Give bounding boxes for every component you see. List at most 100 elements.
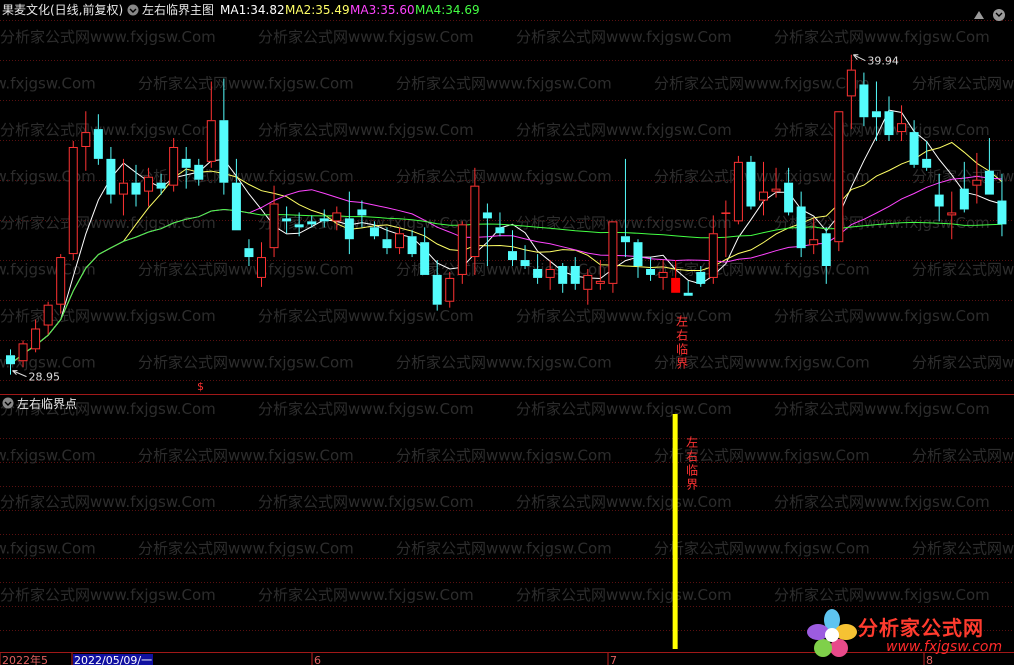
sub-indicator-menu-icon[interactable] [2,397,14,409]
watermark-text: 分析家公式网www.fxjgsw.Com [912,447,1014,465]
candle-body [558,266,568,284]
watermark-text: 分析家公式网www.fxjgsw.Com [774,121,990,139]
candle-body [771,188,781,192]
candle-body [520,260,530,266]
candle-body [106,158,116,195]
candle-body [369,227,379,237]
indicator-menu-icon[interactable] [127,4,139,16]
candle-body [93,129,103,159]
candle[interactable] [457,221,467,284]
candle-body [445,277,455,302]
candle[interactable] [106,146,116,204]
ma4-label: MA4: [415,3,445,17]
sub-signal-label: 左右临界 [685,435,699,492]
watermark-text: 分析家公式网www.fxjgsw.Com [912,261,1014,279]
watermark-text: 分析家公式网www.fxjgsw.Com [138,75,354,93]
candle-body [922,158,932,168]
candle[interactable] [206,81,216,168]
sub-indicator-title: 左右临界点 [17,396,77,411]
ma2-value: 35.49 [315,3,349,17]
watermark-text: 分析家公式网www.fxjgsw.Com [912,168,1014,186]
watermark-text: 分析家公式网www.fxjgsw.Com [258,400,474,418]
watermark-text: 分析家公式网www.fxjgsw.Com [396,540,612,558]
candle[interactable] [620,158,630,258]
watermark-text: 分析家公式网www.fxjgsw.Com [654,261,870,279]
watermark-text: 分析家公式网www.fxjgsw.Com [0,493,216,511]
candle-body [733,161,743,222]
candle[interactable] [558,263,568,293]
candle[interactable] [884,96,894,142]
candle-body [897,123,907,133]
chart-settings-icon[interactable] [993,9,1005,21]
candle[interactable] [683,280,693,296]
signal-bar [672,414,678,649]
candle[interactable] [269,185,279,258]
candle-body [959,188,969,210]
watermark-text: 分析家公式网www.fxjgsw.Com [396,168,612,186]
watermark-text: 分析家公式网www.fxjgsw.Com [258,586,474,604]
stock-title: 果麦文化(日线,前复权) [2,2,123,17]
low-price-label: 28.95 [29,371,61,384]
watermark-text: 分析家公式网www.fxjgsw.Com [138,540,354,558]
candle[interactable] [984,138,994,195]
candle-body [708,233,718,278]
candle-body [947,212,957,216]
candle[interactable] [834,111,844,252]
stock-chart[interactable]: 分析家公式网www.fxjgsw.Com 分析家公式网www.fxjgsw.Com… [0,0,1014,665]
watermark-text: 分析家公式网www.fxjgsw.Com [396,354,612,372]
watermark-text: 分析家公式网www.fxjgsw.Com [0,168,96,186]
candle[interactable] [219,78,229,195]
scroll-up-icon[interactable] [974,11,984,19]
candle-body [269,203,279,249]
candle[interactable] [169,138,179,192]
candle-body [257,257,266,278]
candle-body [307,221,317,225]
candle[interactable] [257,242,266,287]
candle-body [382,239,392,249]
candle-body [156,182,166,189]
candle[interactable] [56,254,66,314]
candle[interactable] [533,254,543,284]
candle[interactable] [846,54,856,130]
candle[interactable] [733,155,743,225]
x-axis-tick-label: 6 [314,654,321,665]
candle-body [407,236,417,255]
candle-body [31,328,41,350]
candle[interactable] [482,203,492,266]
candle-body [759,191,768,201]
candle-body [545,268,555,278]
watermark-text: 分析家公式网www.fxjgsw.Com [516,121,732,139]
watermark-text: 分析家公式网www.fxjgsw.Com [774,28,990,46]
x-axis: 2022年5 2022/05/09/一 6 7 8 [0,653,933,665]
candle-body [683,292,693,296]
candle[interactable] [68,141,78,261]
candle-body [984,170,994,195]
candle[interactable] [796,191,806,258]
candle-body [357,209,367,216]
candle[interactable] [746,155,756,210]
candle[interactable] [43,301,53,335]
ma1-value: 34.82 [250,3,284,17]
candle[interactable] [608,221,618,293]
high-price-marker: 39.94 [852,54,899,68]
candle-body [181,158,191,168]
candle[interactable] [407,230,417,258]
watermark-text: 分析家公式网www.fxjgsw.Com [912,354,1014,372]
watermark-text: 分析家公式网www.fxjgsw.Com [0,307,216,325]
candle[interactable] [633,239,643,278]
watermark-text: 分析家公式网www.fxjgsw.Com [516,307,732,325]
site-logo: 分析家公式网 www.fxjgsw.com [806,606,1006,662]
candle[interactable] [118,158,128,216]
candle-body [206,120,216,162]
candle[interactable] [344,191,354,255]
candle-body [482,212,492,219]
watermark-text: 分析家公式网www.fxjgsw.Com [516,400,732,418]
candle-body [570,266,580,284]
watermark-text: 分析家公式网www.fxjgsw.Com [516,28,732,46]
candle-body [721,212,731,214]
watermark-text: 分析家公式网www.fxjgsw.Com [0,121,216,139]
ma2-readout: MA2:35.49 [285,3,350,17]
watermark-text: 分析家公式网www.fxjgsw.Com [912,75,1014,93]
candle-body [144,176,154,192]
candle-body [118,182,128,195]
